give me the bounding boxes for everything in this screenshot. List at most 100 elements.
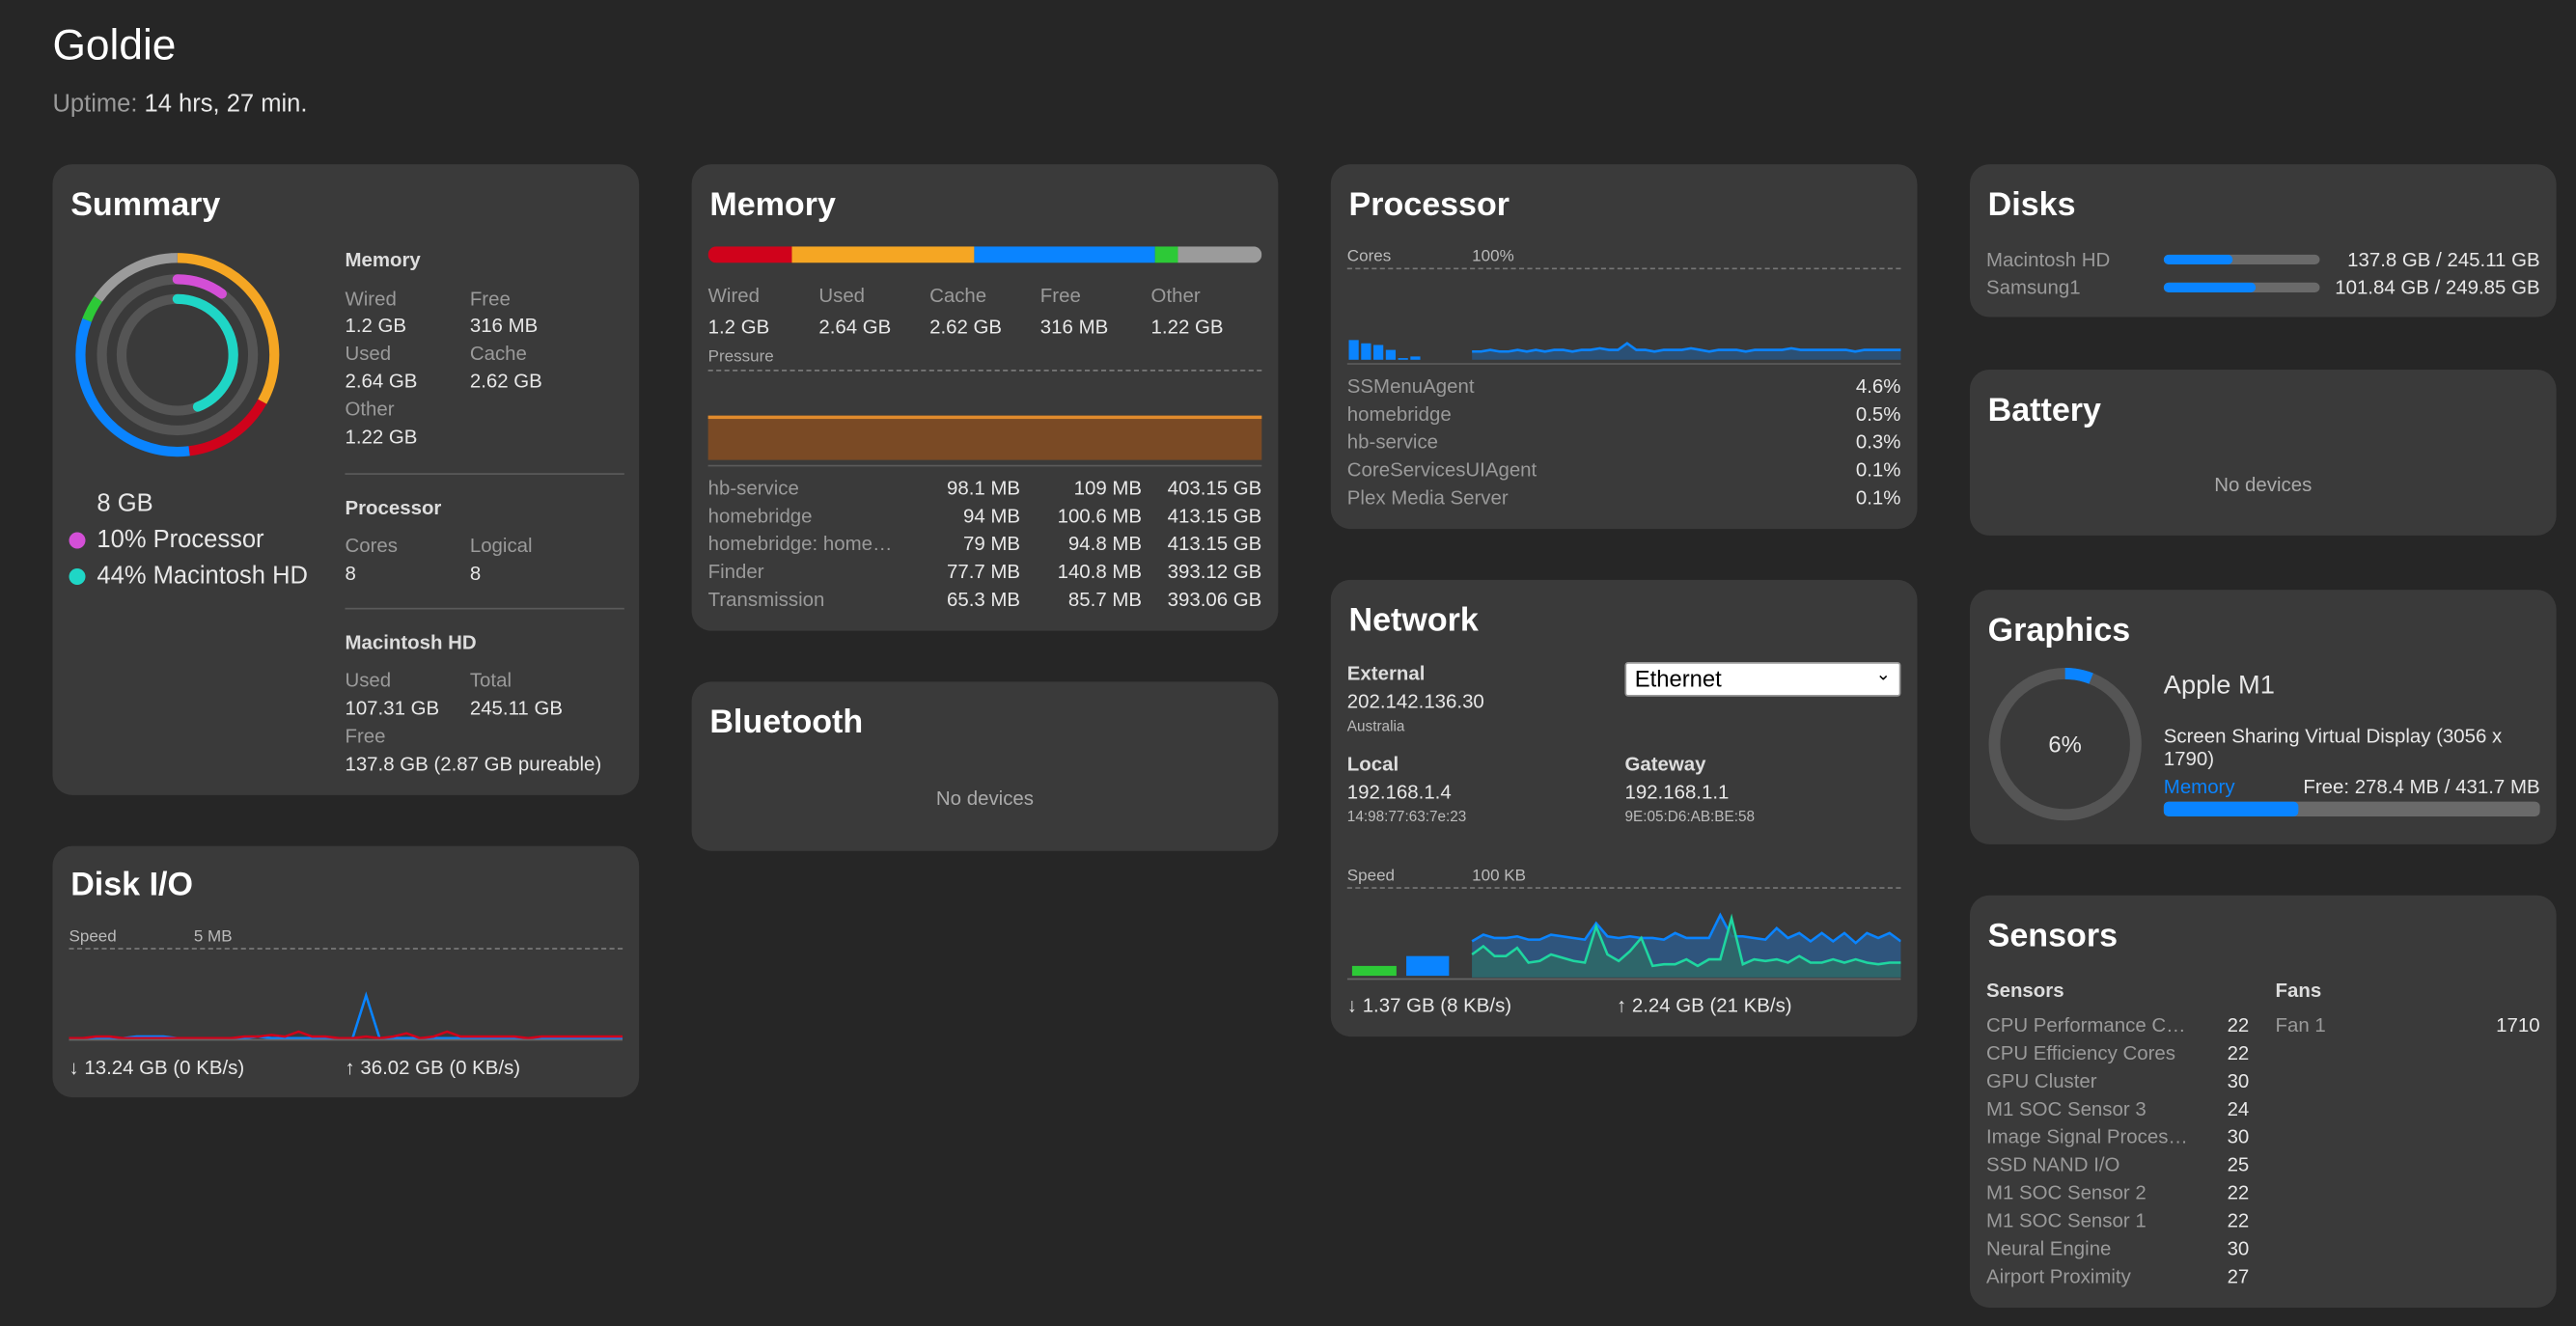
- label: Cache: [469, 342, 527, 365]
- process-name: homebridge: home…: [707, 532, 893, 556]
- memory-legend-label: Wired: [707, 284, 761, 308]
- battery-empty: No devices: [2214, 473, 2313, 497]
- battery-card: Battery No devices: [1969, 369, 2557, 536]
- memory-legend-value: 2.62 GB: [929, 315, 1003, 339]
- process-name: Plex Media Server: [1346, 485, 1509, 510]
- memory-legend-item: Free 316 MB: [1040, 284, 1108, 338]
- processor-chart: [1348, 340, 1901, 360]
- value: 245.11 GB: [469, 696, 563, 720]
- memory-bar: [707, 246, 1262, 263]
- core-bar: [1348, 340, 1359, 360]
- summary-processor-heading: Processor: [345, 496, 442, 519]
- network-chart: [1346, 912, 1901, 981]
- sensor-name: Airport Proximity: [1985, 1264, 2131, 1288]
- sensor-list: CPU Performance C… 22 CPU Efficiency Cores…: [1986, 1013, 2249, 1292]
- label: Free: [469, 287, 511, 311]
- memory-process-list: hb-service 98.1 MB 109 MB 403.15 GB homebrid…: [708, 477, 1262, 617]
- memory-legend-label: Cache: [929, 284, 987, 308]
- disk-name: Macintosh HD: [1985, 248, 2111, 271]
- process-name: Finder: [707, 560, 764, 584]
- country: Australia: [1346, 717, 1405, 734]
- value: 2.62 GB: [469, 369, 542, 393]
- host-name: Goldie: [52, 19, 177, 69]
- divider: [1346, 363, 1901, 365]
- memory-legend-label: Used: [818, 284, 866, 308]
- gateway-ip: 192.168.1.1: [1624, 780, 1730, 804]
- disk-write-line: [69, 1030, 623, 1040]
- local-mac: 14:98:77:63:7e:23: [1346, 808, 1467, 825]
- summary-disk-heading: Macintosh HD: [345, 630, 477, 654]
- uptime-value: 14 hrs, 27 min.: [144, 90, 308, 119]
- process-cpu: 4.6%: [1855, 374, 1901, 398]
- external-ip: 202.142.136.30: [1346, 689, 1484, 713]
- memory-card: Memory Wired 1.2 GB Used 2.64 GB Cache 2.62 G…: [691, 164, 1279, 631]
- process-name: homebridge: [707, 504, 813, 528]
- sensor-value: 22: [2227, 1208, 2250, 1232]
- sensors-heading: Sensors: [1985, 979, 2064, 1003]
- sensor-row: SSD NAND I/O 25: [1986, 1153, 2249, 1181]
- memory-process-row: homebridge 94 MB 100.6 MB 413.15 GB: [708, 505, 1262, 533]
- gpu-usage: 6%: [2048, 731, 2082, 758]
- sensor-row: CPU Performance C… 22: [1986, 1013, 2249, 1041]
- scale-label: 100%: [1472, 248, 1514, 266]
- disk-io-chart: [69, 991, 623, 1041]
- process-cpu: 0.5%: [1855, 402, 1901, 426]
- disk-write-total: ↑ 36.02 GB (0 KB/s): [345, 1056, 521, 1080]
- disk-io-card: Disk I/O Speed 5 MB ↓ 13.24 GB (0 KB/s) …: [52, 845, 640, 1098]
- graphics-card: Graphics 6% Apple M1 Screen Sharing Virt…: [1969, 590, 2557, 844]
- value: 8: [469, 562, 482, 585]
- memory-legend-item: Wired 1.2 GB: [708, 284, 770, 338]
- fan-row: Fan 1 1710: [2276, 1013, 2540, 1041]
- value: 137.8 GB (2.87 GB pureable): [345, 752, 602, 776]
- memory-legend-value: 1.2 GB: [707, 315, 770, 339]
- sensor-value: 22: [2227, 1013, 2250, 1037]
- process-name: Transmission: [707, 588, 825, 612]
- value: 107.31 GB: [345, 696, 440, 720]
- gpu-memory-bar: [2163, 801, 2540, 816]
- local-ip: 192.168.1.4: [1346, 780, 1452, 804]
- core-bar: [1361, 343, 1371, 360]
- process-value: 98.1 MB: [946, 476, 1021, 500]
- external-label: External: [1346, 661, 1426, 685]
- sensor-value: 22: [2227, 1041, 2250, 1065]
- disk-legend-text: 44% Macintosh HD: [97, 562, 308, 591]
- memory-legend-item: Used 2.64 GB: [818, 284, 891, 338]
- label: Logical: [469, 534, 533, 558]
- process-value: 393.12 GB: [1167, 560, 1262, 584]
- sensor-row: GPU Cluster 30: [1986, 1069, 2249, 1097]
- interface-select[interactable]: Ethernet ⌄: [1624, 661, 1901, 697]
- disk-usage-fill: [2163, 282, 2257, 292]
- sensor-row: CPU Efficiency Cores 22: [1986, 1041, 2249, 1069]
- upload-bar: [1406, 955, 1450, 977]
- sensor-name: Image Signal Proces…: [1985, 1125, 2188, 1148]
- speed-label: Speed: [69, 927, 117, 947]
- network-card: Network External 202.142.136.30 Australi…: [1330, 579, 1918, 1037]
- processor-legend: 10% Processor: [69, 526, 264, 554]
- process-value: 393.06 GB: [1167, 588, 1262, 612]
- fan-list: Fan 1 1710: [2276, 1013, 2540, 1041]
- core-bar: [1410, 356, 1421, 360]
- processor-process-list: SSMenuAgent 4.6% homebridge 0.5% hb-service 0…: [1347, 374, 1901, 514]
- sensor-row: Neural Engine 30: [1986, 1237, 2249, 1265]
- sensor-row: M1 SOC Sensor 1 22: [1986, 1209, 2249, 1237]
- gpu-name: Apple M1: [2163, 672, 2275, 701]
- summary-rings: [75, 253, 280, 457]
- label: Other: [345, 397, 395, 421]
- disk-io-title: Disk I/O: [70, 867, 193, 904]
- memory-legend-item: Other 1.22 GB: [1151, 284, 1224, 338]
- upload-total: ↑ 2.24 GB (21 KB/s): [1616, 993, 1792, 1017]
- disks-title: Disks: [1987, 187, 2076, 224]
- sensor-row: M1 SOC Sensor 3 24: [1986, 1097, 2249, 1125]
- sensors-card: Sensors Sensors Fans CPU Performance C… 2…: [1969, 895, 2557, 1308]
- disks-card: Disks Macintosh HD 137.8 GB / 245.11 GB Sa…: [1969, 164, 2557, 318]
- memory-legend-item: Cache 2.62 GB: [929, 284, 1002, 338]
- process-value: 94 MB: [963, 504, 1021, 528]
- memory-bar-other: [1177, 246, 1262, 263]
- process-value: 65.3 MB: [946, 588, 1021, 612]
- interface-selected: Ethernet: [1634, 665, 1722, 692]
- summary-card: Summary 8 GB 10% Processor 44% Macintosh…: [52, 164, 640, 795]
- memory-bar-wired: [707, 246, 791, 263]
- disk-legend: 44% Macintosh HD: [69, 562, 308, 591]
- core-bar: [1398, 358, 1408, 360]
- gateway-label: Gateway: [1624, 752, 1706, 776]
